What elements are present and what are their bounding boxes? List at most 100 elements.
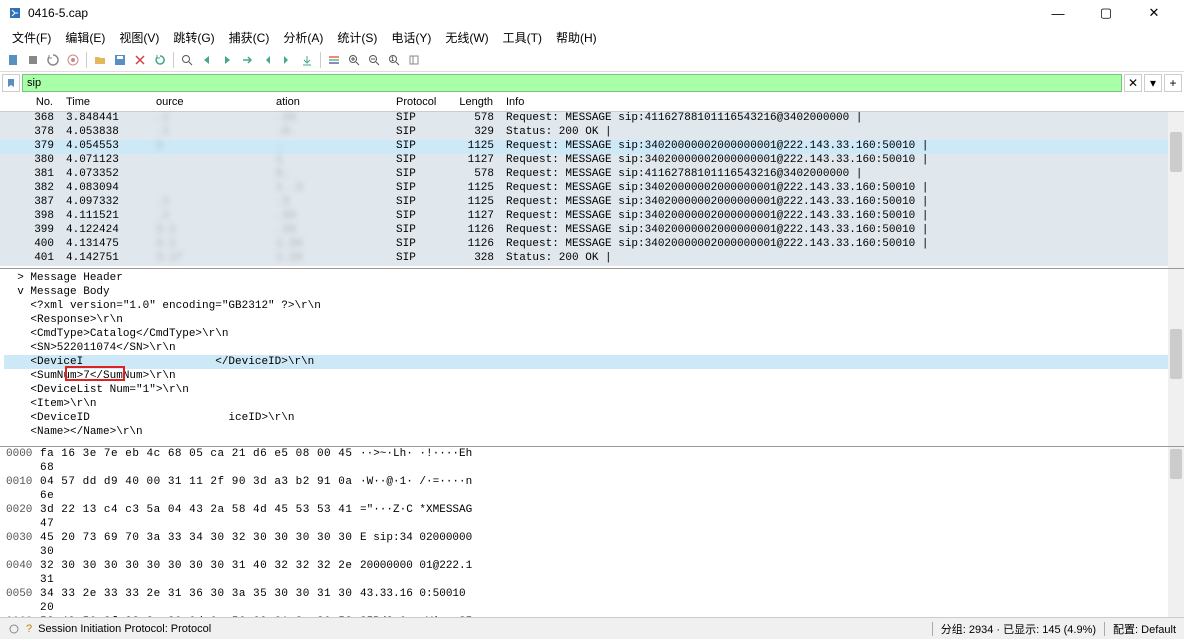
detail-line[interactable]: <Name></Name>\r\n	[4, 425, 1180, 439]
detail-line[interactable]: <SN>522011074</SN>\r\n	[4, 341, 1180, 355]
hex-offset: 0060	[0, 615, 40, 617]
col-protocol[interactable]: Protocol	[390, 94, 450, 111]
cell-destination: .34	[270, 210, 390, 224]
packet-list-scrollbar[interactable]	[1168, 112, 1184, 268]
packet-row[interactable]: 4004.1314753.11.34SIP1126Request: MESSAG…	[0, 238, 1184, 252]
hex-offset: 0030	[0, 531, 40, 559]
auto-scroll-icon[interactable]	[298, 51, 316, 69]
cell-no: 398	[0, 210, 60, 224]
restart-capture-icon[interactable]	[44, 51, 62, 69]
col-no[interactable]: No.	[0, 94, 60, 111]
detail-line[interactable]: <?xml version="1.0" encoding="GB2312" ?>…	[4, 299, 1180, 313]
cell-protocol: SIP	[390, 210, 450, 224]
cell-time: 4.054553	[60, 140, 150, 154]
cell-no: 368	[0, 112, 60, 126]
detail-line[interactable]: <DeviceList Num="1">\r\n	[4, 383, 1180, 397]
hex-row[interactable]: 00203d 22 13 c4 c3 5a 04 43 2a 58 4d 45 …	[0, 503, 1184, 531]
filter-bookmark-icon[interactable]	[2, 74, 20, 92]
zoom-out-icon[interactable]	[365, 51, 383, 69]
stop-capture-icon[interactable]	[24, 51, 42, 69]
detail-line[interactable]: <DeviceID iceID>\r\n	[4, 411, 1180, 425]
col-destination[interactable]: ation	[270, 94, 390, 111]
filter-bar: ✕ ▾ +	[0, 72, 1184, 94]
hex-row[interactable]: 0000fa 16 3e 7e eb 4c 68 05 ca 21 d6 e5 …	[0, 447, 1184, 475]
packet-row[interactable]: 3683.848441.1.34SIP578Request: MESSAGE s…	[0, 112, 1184, 126]
close-button[interactable]: ✕	[1132, 1, 1176, 25]
go-forward-icon[interactable]	[218, 51, 236, 69]
detail-line[interactable]: <Response>\r\n	[4, 313, 1180, 327]
menu-analyze[interactable]: 分析(A)	[277, 27, 329, 48]
cell-time: 4.083094	[60, 182, 150, 196]
menu-statistics[interactable]: 统计(S)	[331, 27, 383, 48]
last-packet-icon[interactable]	[278, 51, 296, 69]
detail-line[interactable]: <CmdType>Catalog</CmdType>\r\n	[4, 327, 1180, 341]
hex-row[interactable]: 006053 49 50 2f 32 2e 30 0d 0a 56 69 61 …	[0, 615, 1184, 617]
packet-row[interactable]: 3994.1224243.1.34SIP1126Request: MESSAGE…	[0, 224, 1184, 238]
zoom-in-icon[interactable]	[345, 51, 363, 69]
colorize-icon[interactable]	[325, 51, 343, 69]
hex-offset: 0010	[0, 475, 40, 503]
cell-length: 1127	[450, 154, 500, 168]
menu-edit[interactable]: 编辑(E)	[59, 27, 111, 48]
packet-row[interactable]: 3784.053838.1.0.SIP329Status: 200 OK |	[0, 126, 1184, 140]
go-back-icon[interactable]	[198, 51, 216, 69]
col-info[interactable]: Info	[500, 94, 1184, 111]
detail-line[interactable]: <DeviceI </DeviceID>\r\n	[4, 355, 1180, 369]
packet-row[interactable]: 3824.0830941 .3SIP1125Request: MESSAGE s…	[0, 182, 1184, 196]
hex-ascii: 43.33.16 0:50010	[360, 587, 510, 615]
hex-row[interactable]: 003045 20 73 69 70 3a 33 34 30 32 30 30 …	[0, 531, 1184, 559]
menu-help[interactable]: 帮助(H)	[550, 27, 603, 48]
detail-line[interactable]: <SumNum>7</SumNum>\r\n	[4, 369, 1180, 383]
hex-row[interactable]: 001004 57 dd d9 40 00 31 11 2f 90 3d a3 …	[0, 475, 1184, 503]
details-scrollbar[interactable]	[1168, 269, 1184, 446]
maximize-button[interactable]: ▢	[1084, 1, 1128, 25]
status-profile[interactable]: 配置: Default	[1113, 621, 1176, 637]
menu-telephony[interactable]: 电话(Y)	[385, 27, 437, 48]
cell-time: 4.053838	[60, 126, 150, 140]
filter-apply-icon[interactable]: ▾	[1144, 74, 1162, 92]
detail-line[interactable]: > Message Header	[4, 271, 1180, 285]
start-capture-icon[interactable]	[4, 51, 22, 69]
packet-row[interactable]: 3874.097332.1.3SIP1125Request: MESSAGE s…	[0, 196, 1184, 210]
cell-protocol: SIP	[390, 154, 450, 168]
col-time[interactable]: Time	[60, 94, 150, 111]
detail-line[interactable]: <Item>\r\n	[4, 397, 1180, 411]
menu-view[interactable]: 视图(V)	[113, 27, 165, 48]
status-help-icon[interactable]: ?	[26, 623, 32, 635]
hex-scrollbar[interactable]	[1168, 447, 1184, 617]
hex-offset: 0040	[0, 559, 40, 587]
display-filter-input[interactable]	[22, 74, 1122, 92]
menu-file[interactable]: 文件(F)	[6, 27, 57, 48]
menu-capture[interactable]: 捕获(C)	[223, 27, 276, 48]
packet-row[interactable]: 4014.1427513.171.34SIP328Status: 200 OK …	[0, 252, 1184, 266]
cell-protocol: SIP	[390, 168, 450, 182]
packet-row[interactable]: 3984.111521.1.34SIP1127Request: MESSAGE …	[0, 210, 1184, 224]
filter-add-icon[interactable]: +	[1164, 74, 1182, 92]
reload-icon[interactable]	[151, 51, 169, 69]
col-source[interactable]: ource	[150, 94, 270, 111]
col-length[interactable]: Length	[450, 94, 500, 111]
first-packet-icon[interactable]	[258, 51, 276, 69]
save-icon[interactable]	[111, 51, 129, 69]
capture-options-icon[interactable]	[64, 51, 82, 69]
filter-clear-icon[interactable]: ✕	[1124, 74, 1142, 92]
menu-go[interactable]: 跳转(G)	[167, 27, 220, 48]
menu-tools[interactable]: 工具(T)	[497, 27, 548, 48]
packet-row[interactable]: 3804.0711231SIP1127Request: MESSAGE sip:…	[0, 154, 1184, 168]
find-icon[interactable]	[178, 51, 196, 69]
packet-row[interactable]: 3814.0733526.SIP578Request: MESSAGE sip:…	[0, 168, 1184, 182]
detail-line[interactable]: v Message Body	[4, 285, 1180, 299]
status-circle-icon[interactable]	[8, 623, 20, 635]
open-file-icon[interactable]	[91, 51, 109, 69]
cell-protocol: SIP	[390, 196, 450, 210]
go-to-icon[interactable]	[238, 51, 256, 69]
minimize-button[interactable]: —	[1036, 1, 1080, 25]
close-file-icon[interactable]	[131, 51, 149, 69]
hex-row[interactable]: 005034 33 2e 33 33 2e 31 36 30 3a 35 30 …	[0, 587, 1184, 615]
resize-columns-icon[interactable]	[405, 51, 423, 69]
cell-length: 578	[450, 112, 500, 126]
zoom-reset-icon[interactable]: 1	[385, 51, 403, 69]
packet-row[interactable]: 3794.0545531.SIP1125Request: MESSAGE sip…	[0, 140, 1184, 154]
menu-wireless[interactable]: 无线(W)	[439, 27, 494, 48]
hex-row[interactable]: 004032 30 30 30 30 30 30 30 30 31 40 32 …	[0, 559, 1184, 587]
